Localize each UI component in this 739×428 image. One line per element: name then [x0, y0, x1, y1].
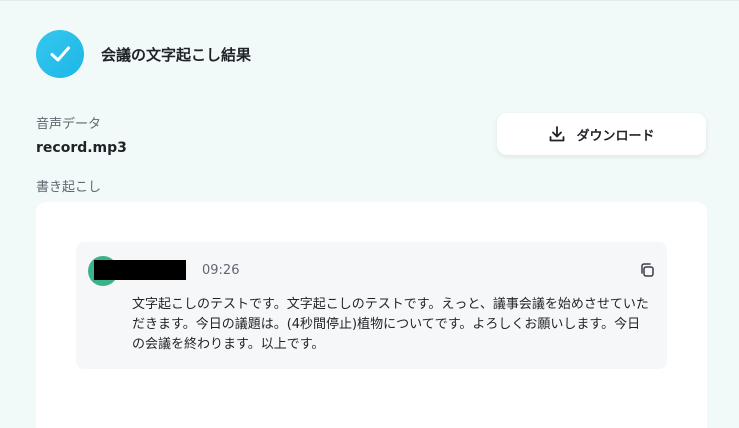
copy-icon[interactable] [639, 262, 655, 278]
audio-data-label: 音声データ [36, 117, 102, 132]
entry-timestamp: 09:26 [202, 263, 240, 278]
audio-filename: record.mp3 [36, 140, 127, 156]
check-icon [50, 46, 70, 62]
transcription-result-panel: 会議の文字起こし結果 音声データ record.mp3 ダウンロード 書き起こし… [0, 0, 739, 428]
transcript-card: 09:26 文字起こしのテストです。文字起こしのテストです。えっと、議事会議を始… [36, 202, 707, 428]
transcript-label: 書き起こし [36, 180, 102, 195]
transcript-entry: 09:26 文字起こしのテストです。文字起こしのテストです。えっと、議事会議を始… [76, 242, 667, 369]
download-button-label: ダウンロード [576, 128, 655, 144]
download-icon [550, 126, 565, 142]
download-button[interactable]: ダウンロード [497, 113, 706, 155]
redacted-speaker-name [94, 260, 186, 280]
page-title: 会議の文字起こし結果 [101, 46, 252, 64]
success-check-badge [36, 30, 84, 78]
entry-text: 文字起こしのテストです。文字起こしのテストです。えっと、議事会議を始めさせていた… [132, 297, 649, 352]
